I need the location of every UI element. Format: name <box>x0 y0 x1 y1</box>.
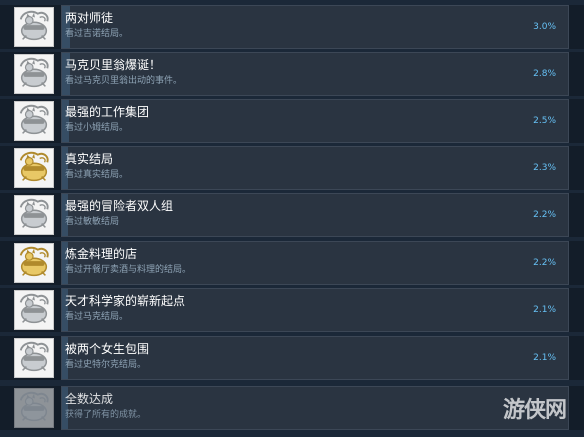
achievement-title: 真实结局 <box>65 152 114 166</box>
achievement-row[interactable]: 最强的工作集团看过小姆结局。 2.5% <box>0 99 584 143</box>
unlock-progress-bar <box>61 386 569 430</box>
cat-cauldron-icon <box>14 290 54 330</box>
achievement-title: 两对师徒 <box>65 11 114 25</box>
unlock-percent: 2.1% <box>533 305 556 315</box>
achievement-title: 马克贝里翁爆诞！ <box>65 58 162 72</box>
cat-cauldron-icon <box>14 101 54 141</box>
achievement-title: 被两个女生包围 <box>65 342 150 356</box>
achievement-row[interactable]: 真实结局看过真实结局。 2.3% <box>0 146 584 190</box>
achievement-title: 天才科学家的崭新起点 <box>65 294 186 308</box>
achievement-title: 全数达成 <box>65 392 114 406</box>
achievement-row[interactable]: 两对师徒看过吉诺结局。 3.0% <box>0 5 584 49</box>
unlock-percent: 3.0% <box>533 22 556 32</box>
unlock-percent: 2.3% <box>533 163 556 173</box>
achievement-description: 看过真实结局。 <box>65 170 129 180</box>
achievement-title: 炼金料理的店 <box>65 247 138 261</box>
achievement-list: 两对师徒看过吉诺结局。 3.0% 马克贝里翁爆诞！ 看过马克贝里翁出动的事件。 2.8%… <box>0 0 584 437</box>
cat-cauldron-icon <box>14 338 54 378</box>
achievement-row[interactable]: 最强的冒险者双人组看过敏敏结局 2.2% <box>0 193 584 237</box>
unlock-percent: 2.2% <box>533 210 556 220</box>
achievement-title: 最强的工作集团 <box>65 105 150 119</box>
cat-cauldron-icon <box>14 54 54 94</box>
cat-cauldron-icon <box>14 388 54 428</box>
site-watermark: 游侠网 <box>503 398 567 423</box>
unlock-percent: 2.2% <box>533 258 556 268</box>
achievement-description: 看过马克结局。 <box>65 312 129 322</box>
achievement-row[interactable]: 天才科学家的崭新起点看过马克结局。 2.1% <box>0 288 584 332</box>
achievement-title: 最强的冒险者双人组 <box>65 199 174 213</box>
cat-cauldron-icon <box>14 148 54 188</box>
achievement-description: 看过吉诺结局。 <box>65 29 129 39</box>
achievement-row[interactable]: 炼金料理的店看过开餐厅卖酒与料理的结局。 2.2% <box>0 241 584 285</box>
unlock-percent: 2.1% <box>533 353 556 363</box>
achievement-description: 获得了所有的成就。 <box>65 410 147 420</box>
unlock-progress-bar <box>61 146 569 190</box>
achievement-description: 看过敏敏结局 <box>65 217 120 227</box>
cat-cauldron-icon <box>14 243 54 283</box>
achievement-description: 看过开餐厅卖酒与料理的结局。 <box>65 265 192 275</box>
achievement-row[interactable]: 被两个女生包围看过史特尔克结局。 2.1% <box>0 336 584 380</box>
cat-cauldron-icon <box>14 7 54 47</box>
achievement-row[interactable]: 全数达成获得了所有的成就。 <box>0 386 584 430</box>
achievement-row[interactable]: 马克贝里翁爆诞！ 看过马克贝里翁出动的事件。 2.8% <box>0 52 584 96</box>
achievement-description: 看过小姆结局。 <box>65 123 129 133</box>
achievement-description: 看过马克贝里翁出动的事件。 <box>65 76 183 86</box>
unlock-percent: 2.8% <box>533 69 556 79</box>
cat-cauldron-icon <box>14 195 54 235</box>
unlock-progress-bar <box>61 5 569 49</box>
achievement-description: 看过史特尔克结局。 <box>65 360 147 370</box>
unlock-progress-bar <box>61 241 569 285</box>
unlock-percent: 2.5% <box>533 116 556 126</box>
